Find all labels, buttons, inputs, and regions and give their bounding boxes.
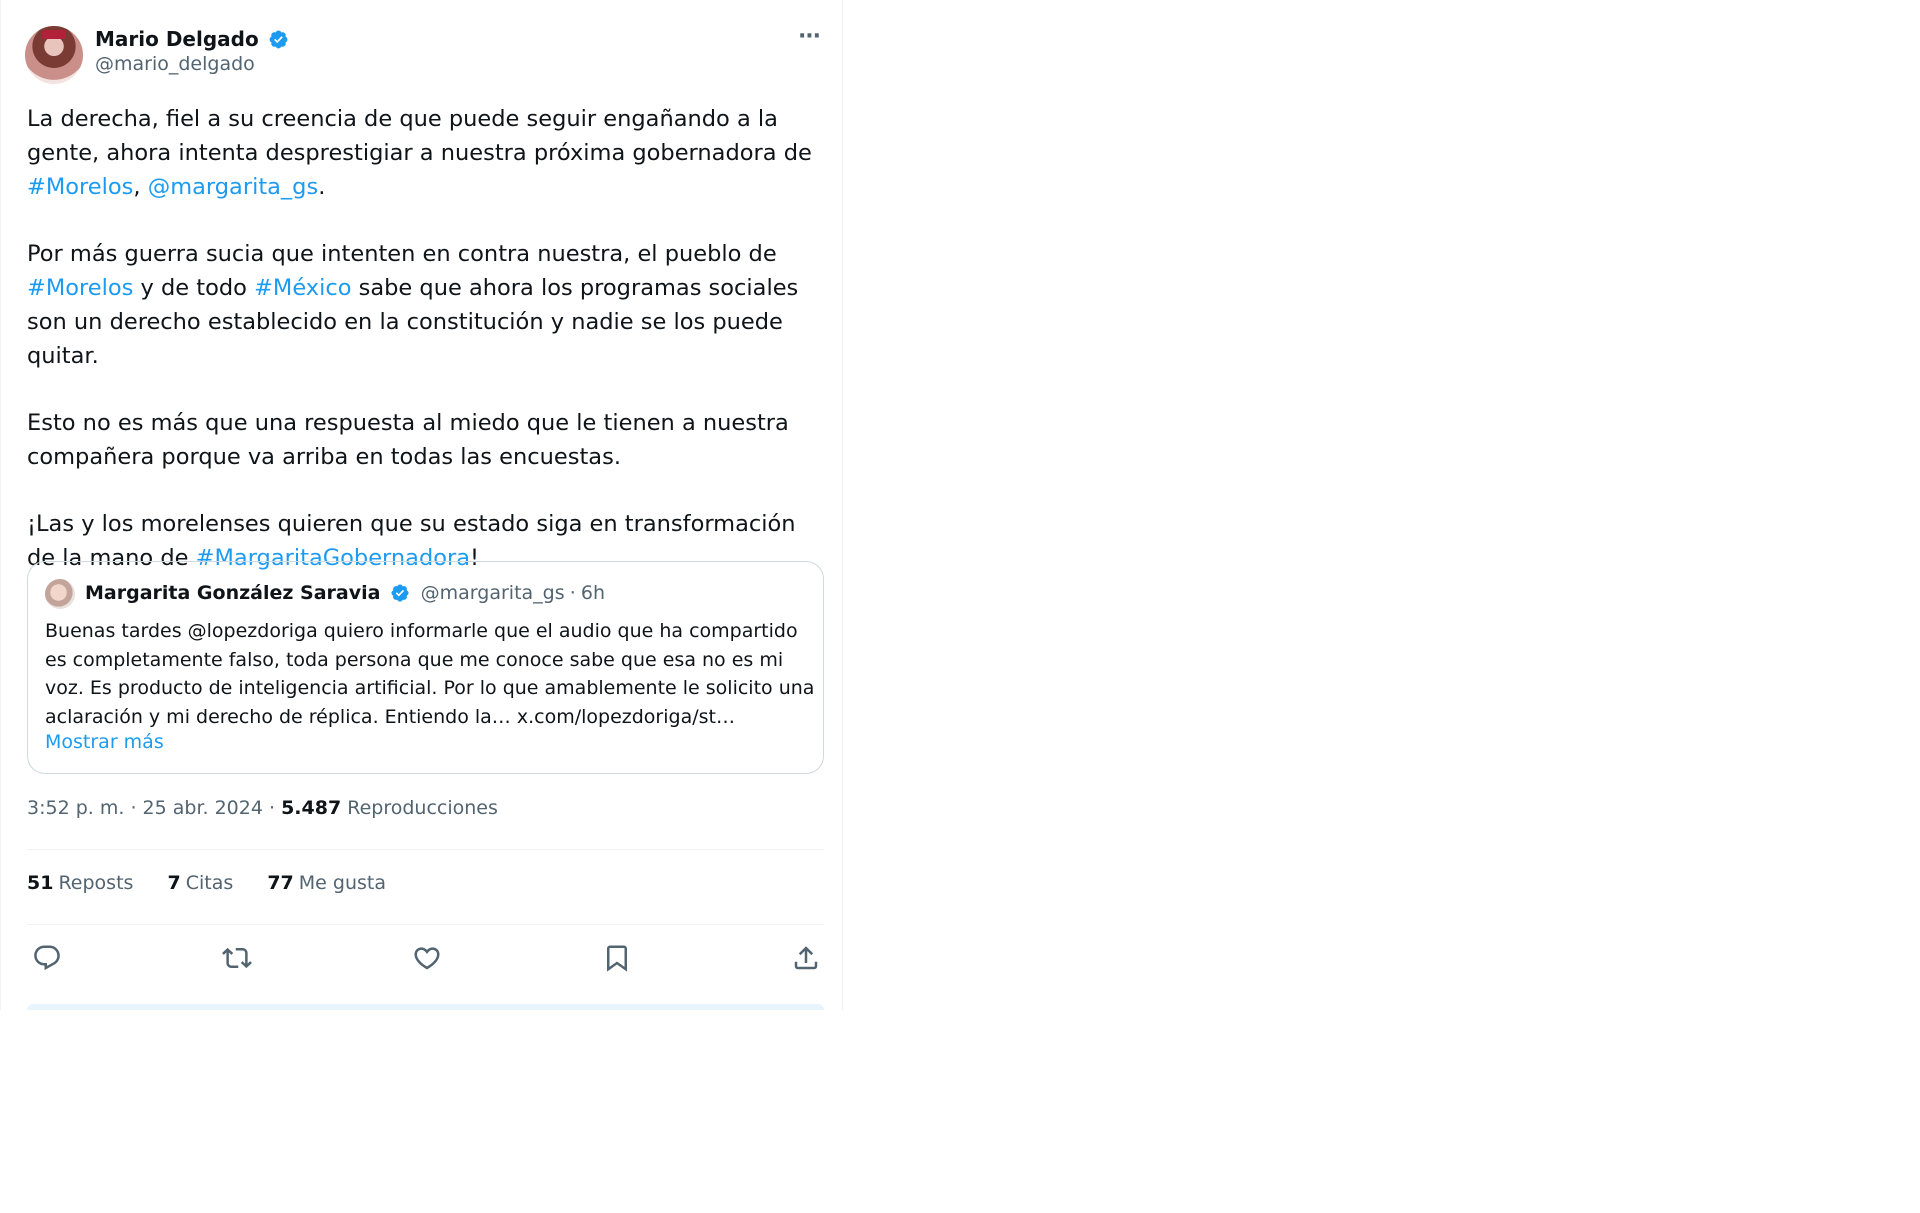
- show-more-link[interactable]: Mostrar más: [45, 731, 164, 753]
- text-segment: Esto no es más que una respuesta al mied…: [27, 410, 789, 470]
- reposts-label: Reposts: [58, 872, 134, 894]
- mention-link-margarita[interactable]: @margarita_gs: [148, 174, 319, 200]
- verified-badge-icon: [269, 30, 288, 48]
- quoted-tweet-header: Margarita González Saravia @margarita_gs…: [85, 582, 605, 604]
- quotes-stat[interactable]: 7 Citas: [167, 872, 233, 894]
- reposts-count: 51: [27, 872, 54, 894]
- quoted-author-name[interactable]: Margarita González Saravia: [85, 582, 380, 604]
- reply-icon: [34, 945, 60, 971]
- tweet-card: Mario Delgado @mario_delgado ··· La dere…: [0, 0, 843, 1010]
- share-button[interactable]: [786, 938, 826, 978]
- avatar-badge: [42, 30, 66, 39]
- reply-button[interactable]: [27, 938, 67, 978]
- tweet-meta: 3:52 p. m. · 25 abr. 2024 · 5.487 Reprod…: [27, 797, 498, 819]
- text-segment: La derecha, fiel a su creencia de que pu…: [27, 106, 812, 166]
- more-icon[interactable]: ···: [794, 26, 824, 56]
- tweet-date[interactable]: 25 abr. 2024: [143, 797, 263, 819]
- likes-stat[interactable]: 77 Me gusta: [267, 872, 386, 894]
- reply-composer-edge: [27, 1004, 824, 1010]
- like-icon: [414, 947, 440, 970]
- quoted-tweet-text: Buenas tardes @lopezdoriga quiero inform…: [45, 620, 815, 728]
- verified-badge-icon: [391, 584, 409, 602]
- divider: [27, 849, 824, 850]
- quoted-tweet-time[interactable]: 6h: [581, 582, 605, 604]
- share-icon: [794, 946, 818, 970]
- like-button[interactable]: [407, 938, 447, 978]
- quoted-author-handle[interactable]: @margarita_gs: [421, 582, 565, 604]
- tweet-stats: 51 Reposts 7 Citas 77 Me gusta: [27, 872, 414, 894]
- author-avatar[interactable]: [25, 26, 83, 84]
- author-handle[interactable]: @mario_delgado: [95, 53, 289, 75]
- repost-icon: [222, 947, 252, 969]
- bookmark-icon: [607, 945, 627, 972]
- bookmark-button[interactable]: [597, 938, 637, 978]
- quotes-label: Citas: [185, 872, 234, 894]
- quoted-tweet[interactable]: Margarita González Saravia @margarita_gs…: [27, 561, 824, 774]
- reposts-stat[interactable]: 51 Reposts: [27, 872, 133, 894]
- views-count: 5.487: [281, 797, 342, 819]
- hashtag-link-morelos[interactable]: #Morelos: [27, 174, 133, 200]
- text-segment: .: [318, 174, 326, 200]
- text-segment: ,: [133, 174, 148, 200]
- text-segment: y de todo: [133, 275, 255, 301]
- tweet-paragraph-3: Esto no es más que una respuesta al mied…: [27, 406, 827, 474]
- author-display-name[interactable]: Mario Delgado: [95, 27, 259, 51]
- repost-button[interactable]: [217, 938, 257, 978]
- quoted-author-avatar[interactable]: [45, 579, 75, 609]
- text-segment: Por más guerra sucia que intenten en con…: [27, 241, 777, 267]
- separator-dot: ·: [124, 797, 143, 819]
- tweet-text: La derecha, fiel a su creencia de que pu…: [27, 102, 827, 608]
- hashtag-link-mexico[interactable]: #México: [254, 275, 351, 301]
- tweet-paragraph-1: La derecha, fiel a su creencia de que pu…: [27, 102, 827, 204]
- likes-count: 77: [267, 872, 294, 894]
- quotes-count: 7: [167, 872, 181, 894]
- likes-label: Me gusta: [298, 872, 386, 894]
- tweet-paragraph-2: Por más guerra sucia que intenten en con…: [27, 237, 827, 373]
- views-label: Reproducciones: [341, 797, 498, 819]
- tweet-time[interactable]: 3:52 p. m.: [27, 797, 124, 819]
- separator-dot: ·: [569, 582, 576, 604]
- author-info: Mario Delgado @mario_delgado: [95, 27, 289, 75]
- hashtag-link-morelos[interactable]: #Morelos: [27, 275, 133, 301]
- tweet-actions: [27, 938, 824, 978]
- divider: [27, 924, 824, 925]
- separator-dot: ·: [262, 797, 282, 819]
